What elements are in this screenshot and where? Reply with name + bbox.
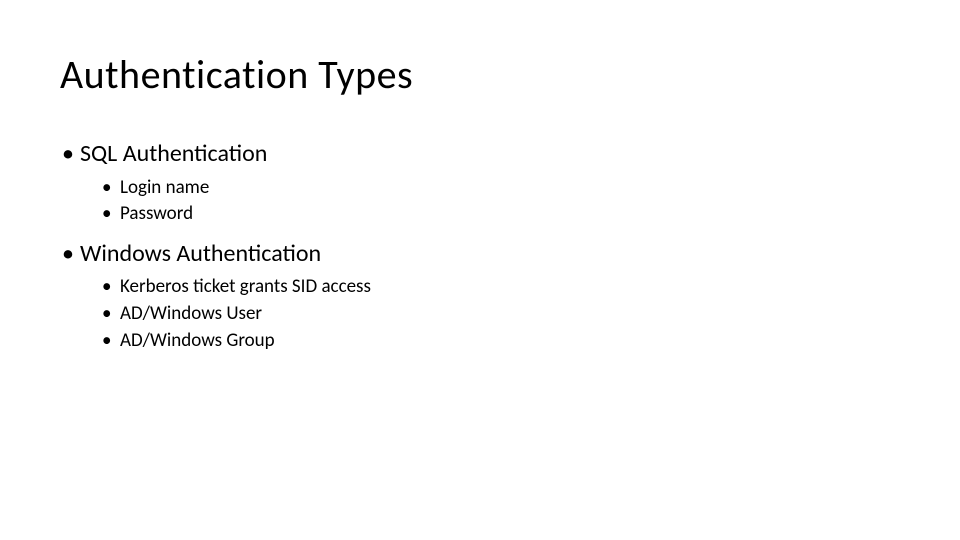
list-item: SQL Authentication: [60, 137, 900, 171]
list-item: Windows Authentication: [60, 237, 900, 271]
list-subitem: AD/Windows Group: [60, 328, 900, 354]
list-subitem: Login name: [60, 175, 900, 201]
list-subitem: Password: [60, 201, 900, 227]
content-list: SQL Authentication Login name Password W…: [60, 137, 900, 353]
list-subitem: AD/Windows User: [60, 301, 900, 327]
slide-title: Authentication Types: [60, 50, 900, 99]
list-subitem: Kerberos ticket grants SID access: [60, 274, 900, 300]
